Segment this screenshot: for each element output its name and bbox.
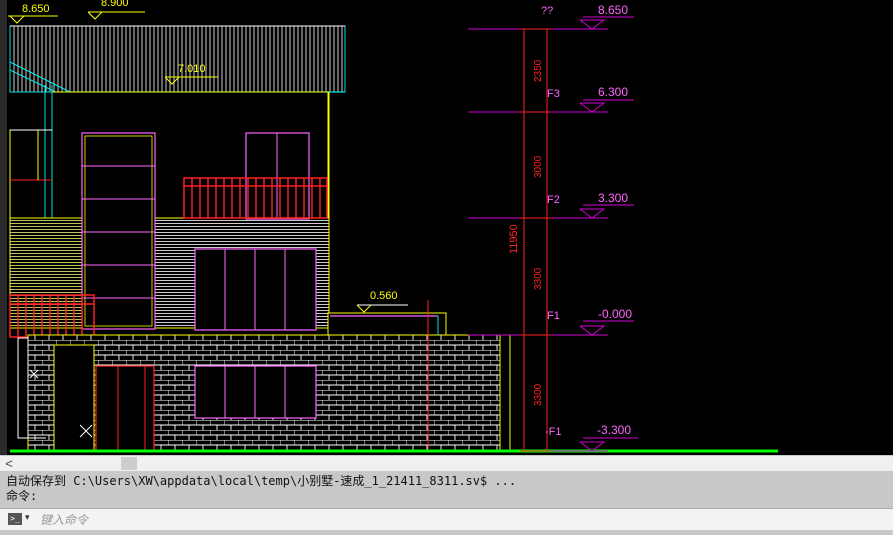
dimension-segment-4: 3300 — [533, 383, 544, 406]
svg-text:??: ?? — [541, 5, 553, 17]
command-input-row: >_ ▾ — [0, 508, 893, 530]
command-prompt-icon[interactable]: >_ — [8, 513, 22, 525]
elevation-marker-top2: 8.900 — [87, 0, 145, 20]
svg-text:F3: F3 — [547, 88, 560, 100]
elevation-marker-top: 8.650 — [8, 3, 58, 24]
svg-text:-3.300: -3.300 — [597, 423, 631, 437]
horizontal-scrollbar[interactable]: < — [0, 455, 893, 471]
dimension-total: 11950 — [508, 224, 520, 254]
history-line-autosave: 自动保存到 C:\Users\XW\appdata\local\temp\小别墅… — [6, 474, 517, 488]
svg-text:7.010: 7.010 — [178, 63, 206, 75]
level-marker-basement: -F1 -3.300 — [545, 423, 638, 452]
drawing-canvas[interactable]: 8.650 8.900 7.010 0.560 ?? 8.650 F3 6.30… — [0, 0, 893, 455]
dimension-segment-3: 3300 — [533, 267, 544, 290]
level-marker-f3: F3 6.300 — [547, 85, 634, 113]
left-palette-edge — [0, 0, 7, 455]
svg-text:8.650: 8.650 — [598, 3, 628, 17]
level-marker-f1: F1 -0.000 — [547, 307, 634, 336]
dimension-segment-2: 3000 — [533, 155, 544, 178]
level-marker-roof: ?? 8.650 — [541, 3, 634, 30]
level-marker-f2: F2 3.300 — [547, 191, 634, 219]
svg-text:F1: F1 — [547, 310, 560, 322]
command-input[interactable] — [38, 511, 882, 529]
command-line-panel: 自动保存到 C:\Users\XW\appdata\local\temp\小别墅… — [0, 471, 893, 535]
dimension-segment-1: 2350 — [533, 59, 544, 82]
svg-text:6.300: 6.300 — [598, 85, 628, 99]
svg-text:-0.000: -0.000 — [598, 307, 632, 321]
scroll-thumb[interactable] — [121, 457, 137, 470]
svg-text:3.300: 3.300 — [598, 191, 628, 205]
svg-text:0.560: 0.560 — [370, 290, 398, 302]
chevron-down-icon[interactable]: ▾ — [25, 512, 30, 523]
building-elevation — [9, 25, 511, 452]
svg-text:8.650: 8.650 — [22, 3, 50, 15]
command-history: 自动保存到 C:\Users\XW\appdata\local\temp\小别墅… — [6, 474, 516, 504]
scroll-left-arrow-icon[interactable]: < — [0, 456, 18, 471]
elevation-marker-terrace: 0.560 — [356, 290, 408, 313]
svg-text:F2: F2 — [547, 194, 560, 206]
history-line-command: 命令: — [6, 489, 38, 503]
svg-text:8.900: 8.900 — [101, 0, 129, 9]
